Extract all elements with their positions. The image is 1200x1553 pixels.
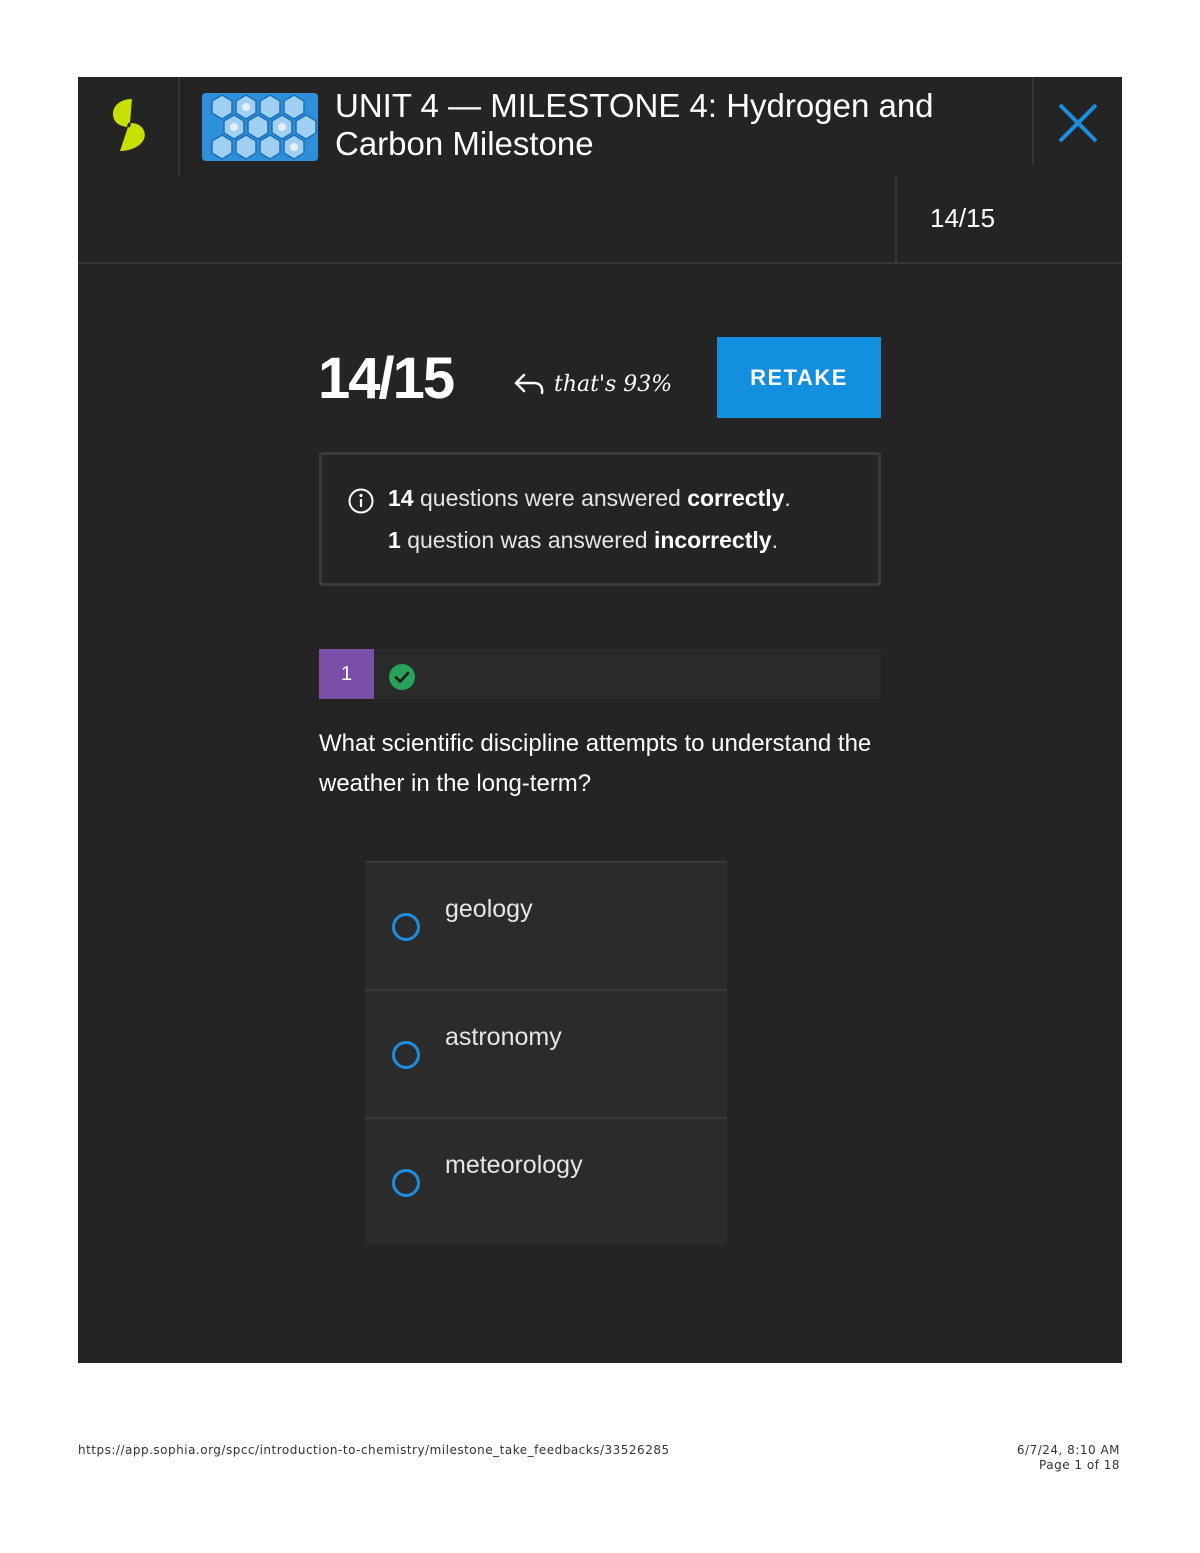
question-text: What scientific discipline attempts to u…: [319, 730, 872, 797]
radio-button[interactable]: [392, 1041, 420, 1069]
header-divider: [1032, 77, 1034, 166]
print-footer-meta: 6/7/24, 8:10 AM Page 1 of 18: [1017, 1443, 1120, 1473]
correct-summary: 14 questions were answered correctly.: [388, 485, 791, 512]
curved-arrow-icon: [514, 373, 544, 395]
radio-button[interactable]: [392, 913, 420, 941]
answer-label: geology: [445, 895, 533, 923]
page-title: UNIT 4 — MILESTONE 4: Hydrogen and Carbo…: [335, 87, 934, 162]
percent-note: that's 93%: [512, 367, 672, 401]
retake-button[interactable]: RETAKE: [717, 337, 881, 418]
question-header: 1: [319, 649, 881, 699]
incorrect-summary: 1 question was answered incorrectly.: [388, 527, 778, 554]
score-summary: 14/15: [930, 203, 996, 233]
info-icon: [348, 488, 374, 514]
print-footer-url: https://app.sophia.org/spcc/introduction…: [78, 1443, 670, 1457]
answer-option[interactable]: meteorology: [365, 1117, 727, 1245]
results-summary: 14 questions were answered correctly. 1 …: [319, 452, 881, 586]
correct-text: questions were answered: [419, 485, 681, 511]
incorrect-count: 1: [388, 527, 401, 553]
score-bar: 14/15: [78, 176, 1122, 264]
check-circle-icon: [389, 664, 415, 690]
print-page-number: Page 1 of 18: [1039, 1458, 1120, 1472]
answer-label: meteorology: [445, 1151, 583, 1179]
radio-button[interactable]: [392, 1169, 420, 1197]
incorrect-text: question was answered: [407, 527, 648, 553]
period: .: [784, 485, 791, 511]
score-bar-divider: [895, 176, 897, 264]
header: UNIT 4 — MILESTONE 4: Hydrogen and Carbo…: [78, 77, 1122, 176]
percent-text: that's 93%: [554, 371, 673, 397]
question-number-badge[interactable]: 1: [319, 649, 374, 699]
answer-option[interactable]: astronomy: [365, 989, 727, 1117]
correct-count: 14: [388, 485, 414, 511]
course-thumbnail: [202, 93, 318, 161]
period: .: [771, 527, 778, 553]
sophia-logo-icon[interactable]: [106, 95, 152, 155]
header-divider: [178, 77, 180, 176]
milestone-feedback-page: UNIT 4 — MILESTONE 4: Hydrogen and Carbo…: [78, 77, 1122, 1363]
print-datetime: 6/7/24, 8:10 AM: [1016, 1443, 1120, 1457]
answer-label: astronomy: [445, 1023, 562, 1051]
answer-options: geology astronomy meteorology: [365, 861, 727, 1245]
incorrect-word: incorrectly: [653, 527, 772, 553]
answer-option[interactable]: geology: [365, 861, 727, 989]
correct-word: correctly: [687, 485, 785, 511]
score-total: 14/15: [318, 346, 455, 411]
close-icon[interactable]: [1056, 101, 1100, 145]
